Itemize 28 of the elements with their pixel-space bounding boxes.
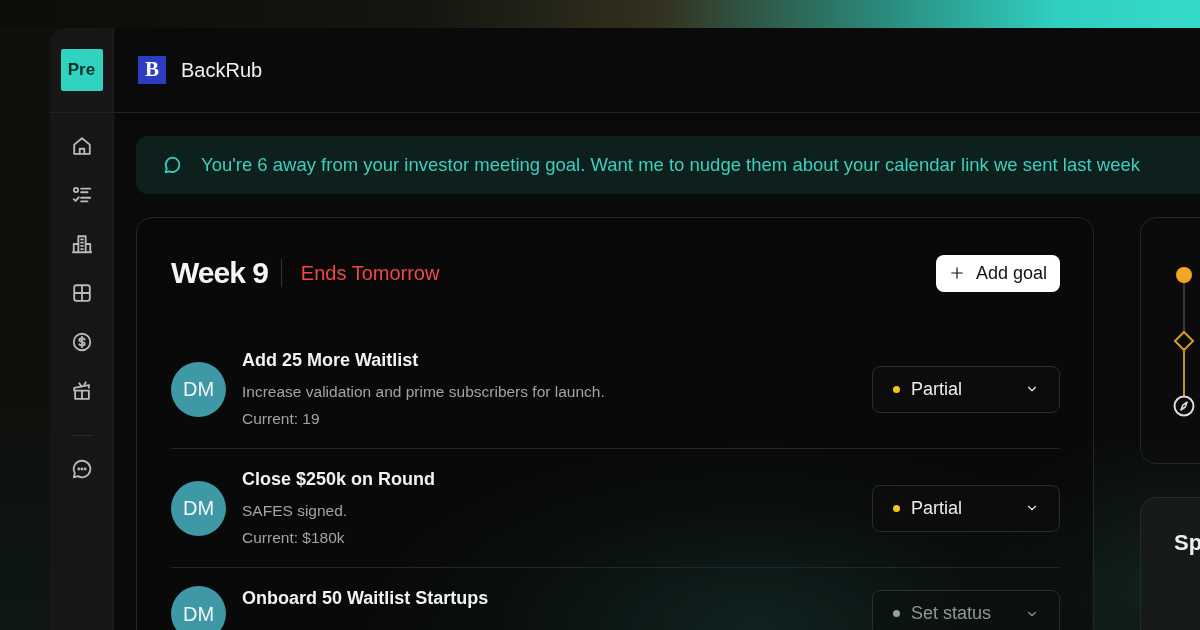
avatar: DM [171,480,226,536]
grid-icon[interactable] [70,282,93,304]
goal-description: Increase validation and prime subscribers for launch. [242,382,605,402]
chat-icon[interactable] [70,458,93,480]
status-dropdown[interactable]: Partial [872,484,1060,532]
avatar: DM [171,361,226,417]
current-value: Current: 19 [242,409,320,429]
company-logo: B [138,56,166,84]
avatar: DM [171,586,226,630]
current-value: Current: $180k [242,528,345,548]
gift-box-icon[interactable] [70,380,93,402]
banner-message: You're 6 away from your investor meeting goal. Want me to nudge them about your calendar link we sent last week [201,153,1140,178]
add-goal-button[interactable]: Add goal [935,254,1060,292]
building-icon[interactable] [70,233,93,255]
app-logo[interactable]: Pre [60,49,103,91]
status-dropdown[interactable]: Partial [872,365,1060,413]
chat-icon [163,155,183,175]
status-dropdown[interactable]: Set status [872,590,1060,630]
goal-title: Onboard 50 Waitlist Startups [242,587,489,610]
company-name: BackRub [181,58,263,83]
plus-icon [949,266,964,280]
deadline-label: Ends Tomorrow [300,261,440,286]
goal-description: SAFES signed. [242,501,348,521]
home-icon[interactable] [70,135,93,157]
week-title: Week 9 [171,255,268,291]
goal-title: Close $250k on Round [242,468,436,491]
dollar-coin-icon[interactable] [70,331,93,353]
goal-title: Add 25 More Waitlist [242,349,419,372]
